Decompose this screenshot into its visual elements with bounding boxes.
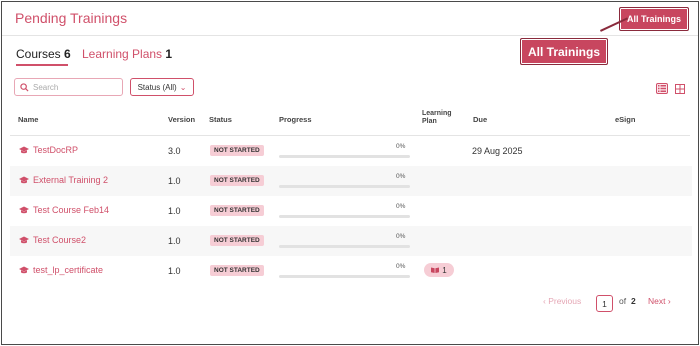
active-tab-indicator [16, 64, 68, 66]
course-icon [19, 206, 29, 214]
page-of-label: of [619, 296, 627, 306]
header-divider [2, 35, 698, 36]
table-row: TestDocRP 3.0 NOT STARTED 0% 29 Aug 2025 [10, 136, 692, 166]
grid-view-button[interactable] [674, 83, 685, 94]
status-badge: NOT STARTED [210, 265, 264, 276]
status-badge: NOT STARTED [210, 145, 264, 156]
column-header-version[interactable]: Version [168, 115, 195, 124]
pending-trainings-panel: Pending Trainings All Trainings All Trai… [1, 1, 699, 345]
course-version: 1.0 [168, 176, 181, 186]
course-name-link[interactable]: TestDocRP [19, 145, 78, 155]
progress-percent: 0% [396, 143, 406, 150]
progress-percent: 0% [396, 233, 406, 240]
chevron-down-icon: ⌄ [179, 82, 187, 92]
progress-percent: 0% [396, 173, 406, 180]
previous-page-link[interactable]: ‹ Previous [543, 296, 581, 306]
progress-bar [279, 215, 410, 218]
search-icon [20, 82, 29, 92]
column-header-progress[interactable]: Progress [279, 115, 312, 124]
search-input[interactable] [33, 82, 118, 92]
tab-courses[interactable]: Courses 6 [16, 47, 71, 61]
list-view-button[interactable] [656, 83, 668, 94]
progress-bar [279, 185, 410, 188]
status-filter-label: Status (All) [137, 82, 177, 92]
next-page-link[interactable]: Next › [648, 296, 671, 306]
total-pages[interactable]: 2 [631, 296, 636, 306]
due-date: 29 Aug 2025 [472, 146, 523, 156]
tab-courses-label: Courses [16, 47, 61, 61]
learning-plan-count: 1 [442, 265, 447, 275]
progress-bar [279, 275, 410, 278]
course-name-link[interactable]: External Training 2 [19, 175, 108, 185]
column-header-name[interactable]: Name [18, 115, 38, 124]
course-name-link[interactable]: test_lp_certificate [19, 265, 103, 275]
search-box[interactable] [14, 78, 123, 96]
tab-courses-count: 6 [64, 47, 71, 61]
tab-learning-plans[interactable]: Learning Plans 1 [82, 47, 172, 61]
course-icon [19, 176, 29, 184]
course-name-link[interactable]: Test Course Feb14 [19, 205, 109, 215]
course-name: test_lp_certificate [33, 265, 104, 275]
tab-learning-plans-count: 1 [165, 47, 173, 61]
progress-bar [279, 245, 410, 248]
page-title: Pending Trainings [15, 10, 128, 26]
progress-bar [279, 155, 410, 158]
grid-view-icon [674, 83, 685, 94]
all-trainings-button[interactable]: All Trainings [619, 7, 689, 31]
status-badge: NOT STARTED [210, 175, 264, 186]
course-version: 1.0 [168, 236, 181, 246]
progress-percent: 0% [396, 263, 406, 270]
course-version: 1.0 [168, 266, 181, 276]
course-name: Test Course2 [33, 235, 87, 245]
status-badge: NOT STARTED [210, 235, 264, 246]
column-header-due[interactable]: Due [473, 115, 487, 124]
current-page-box[interactable]: 1 [596, 295, 613, 312]
column-header-esign[interactable]: eSign [615, 115, 635, 124]
tab-learning-plans-label: Learning Plans [82, 47, 163, 61]
table-row: test_lp_certificate 1.0 NOT STARTED 0% 1 [10, 256, 692, 286]
status-filter-dropdown[interactable]: Status (All) ⌄ [130, 78, 194, 96]
learning-plan-badge[interactable]: 1 [424, 263, 454, 277]
table-row: Test Course Feb14 1.0 NOT STARTED 0% [10, 196, 692, 226]
all-trainings-callout: All Trainings [520, 38, 608, 65]
column-header-status[interactable]: Status [209, 115, 232, 124]
status-badge: NOT STARTED [210, 205, 264, 216]
learning-plan-icon [431, 267, 440, 273]
course-icon [19, 146, 29, 154]
course-version: 3.0 [168, 146, 181, 156]
column-header-learning-plan-line1: Learning [422, 110, 452, 117]
course-icon [19, 236, 29, 244]
table-row: Test Course2 1.0 NOT STARTED 0% [10, 226, 692, 256]
column-header-learning-plan[interactable]: Learning Plan [422, 110, 452, 126]
course-version: 1.0 [168, 206, 181, 216]
course-name: Test Course Feb14 [33, 205, 110, 215]
course-icon [19, 266, 29, 274]
course-name: External Training 2 [33, 175, 109, 185]
course-name-link[interactable]: Test Course2 [19, 235, 86, 245]
progress-percent: 0% [396, 203, 406, 210]
column-header-learning-plan-line2: Plan [422, 118, 437, 125]
course-name: TestDocRP [33, 145, 79, 155]
list-view-icon [658, 85, 666, 92]
table-row: External Training 2 1.0 NOT STARTED 0% [10, 166, 692, 196]
